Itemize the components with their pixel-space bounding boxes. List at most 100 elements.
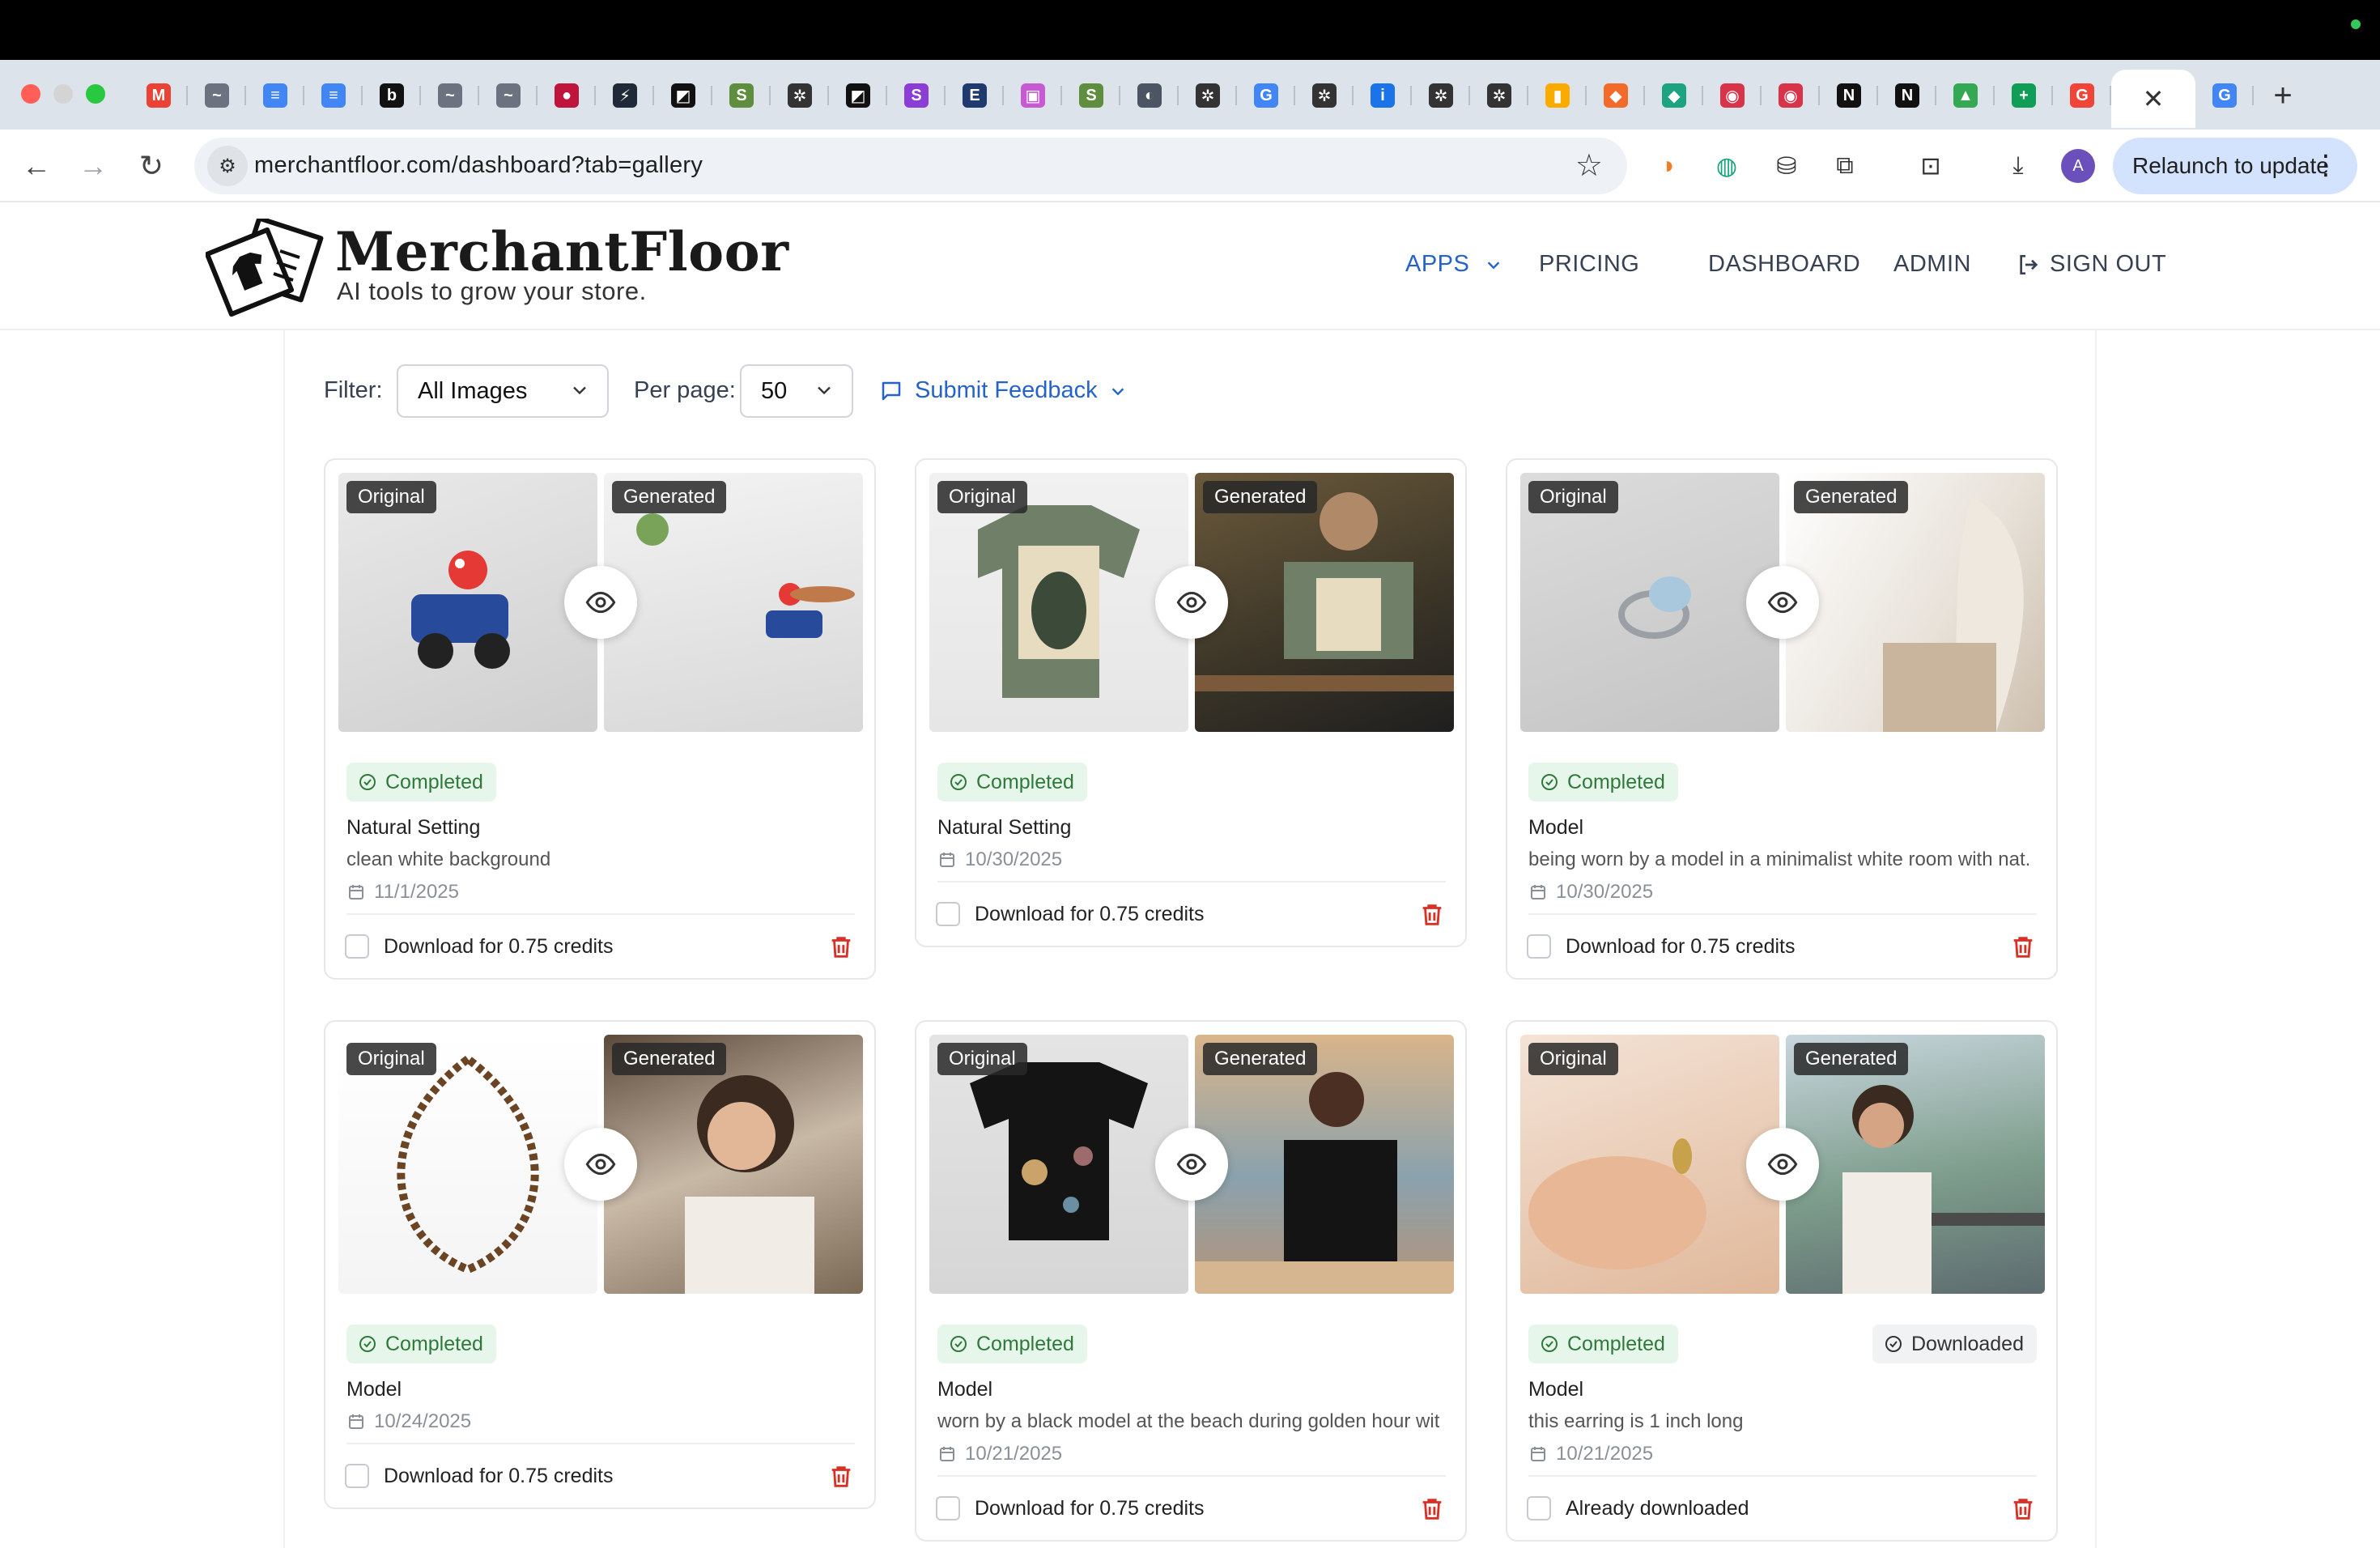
active-tab[interactable]: ✕ — [2111, 70, 2195, 128]
browser-tab[interactable]: M — [130, 70, 188, 121]
per-page-select[interactable]: 50 — [740, 364, 853, 418]
browser-tab[interactable]: ~ — [188, 70, 246, 121]
browser-tab[interactable]: i — [1354, 70, 1412, 121]
trash-icon[interactable] — [1418, 900, 1446, 929]
browser-tab[interactable]: ⚡ — [596, 70, 654, 121]
download-checkbox[interactable] — [936, 902, 960, 926]
browser-tab[interactable]: E — [946, 70, 1004, 121]
forward-arrow-icon[interactable]: → — [73, 146, 113, 186]
filter-select[interactable]: All Images — [397, 364, 609, 418]
download-label[interactable]: Download for 0.75 credits — [975, 1497, 1204, 1520]
browser-tab[interactable]: b — [363, 70, 421, 121]
download-label[interactable]: Download for 0.75 credits — [1566, 935, 1795, 959]
relaunch-button[interactable]: Relaunch to update ⋮ — [2113, 138, 2357, 194]
grammarly-extension-icon[interactable]: ◍ — [1708, 147, 1745, 185]
download-icon[interactable]: ⤓ — [2000, 147, 2037, 185]
brand-name[interactable]: MerchantFloor — [335, 220, 788, 283]
download-label[interactable]: Download for 0.75 credits — [384, 1465, 613, 1488]
download-checkbox[interactable] — [936, 1496, 960, 1520]
maximize-window-icon[interactable] — [86, 84, 105, 104]
generated-image[interactable]: Generated — [604, 473, 863, 732]
original-image[interactable]: Original — [929, 473, 1188, 732]
original-image[interactable]: Original — [1520, 1035, 1779, 1294]
minimize-window-icon[interactable] — [53, 84, 73, 104]
original-image[interactable]: Original — [1520, 473, 1779, 732]
download-label[interactable]: Already downloaded — [1566, 1497, 1749, 1520]
generated-image[interactable]: Generated — [1195, 1035, 1454, 1294]
url-text[interactable]: merchantfloor.com/dashboard?tab=gallery — [254, 152, 703, 179]
extensions-puzzle-icon[interactable]: ⧉ — [1826, 147, 1864, 185]
browser-tab[interactable]: ▮ — [1528, 70, 1587, 121]
logo-icon[interactable] — [206, 219, 327, 317]
generated-image[interactable]: Generated — [1195, 473, 1454, 732]
trash-icon[interactable] — [2009, 1495, 2037, 1524]
nav-admin[interactable]: ADMIN — [1893, 251, 1971, 278]
trash-icon[interactable] — [827, 1462, 855, 1491]
new-tab-button[interactable]: + — [2254, 70, 2312, 121]
site-settings-icon[interactable]: ⚙ — [207, 146, 248, 186]
browser-tab[interactable]: S — [1062, 70, 1120, 121]
browser-tab[interactable]: ✲ — [771, 70, 829, 121]
browser-tab[interactable]: G — [2195, 70, 2254, 121]
extension-icon[interactable]: ⛁ — [1768, 147, 1805, 185]
generated-image[interactable]: Generated — [604, 1035, 863, 1294]
trash-icon[interactable] — [2009, 933, 2037, 962]
generated-image[interactable]: Generated — [1786, 1035, 2045, 1294]
browser-tab[interactable]: ● — [538, 70, 596, 121]
view-comparison-button[interactable] — [1746, 566, 1819, 639]
browser-tab[interactable]: G — [2053, 70, 2111, 121]
original-image[interactable]: Original — [338, 1035, 597, 1294]
close-tab-icon[interactable]: ✕ — [2143, 83, 2165, 114]
browser-tab[interactable]: S — [887, 70, 946, 121]
nav-dashboard[interactable]: DASHBOARD — [1708, 251, 1860, 278]
nav-sign-out[interactable]: SIGN OUT — [2016, 251, 2166, 278]
download-label[interactable]: Download for 0.75 credits — [975, 903, 1204, 926]
address-bar[interactable]: ⚙ merchantfloor.com/dashboard?tab=galler… — [194, 138, 1627, 194]
browser-tab[interactable]: S — [712, 70, 771, 121]
browser-tab[interactable]: ◉ — [1762, 70, 1820, 121]
browser-tab[interactable]: ✲ — [1295, 70, 1354, 121]
download-checkbox[interactable] — [345, 1464, 369, 1488]
tab-search-icon[interactable]: ⊡ — [1912, 147, 1949, 185]
browser-tab[interactable]: + — [1995, 70, 2053, 121]
profile-avatar[interactable]: A — [2061, 149, 2095, 183]
original-image[interactable]: Original — [929, 1035, 1188, 1294]
view-comparison-button[interactable] — [564, 566, 637, 639]
close-window-icon[interactable] — [21, 84, 40, 104]
download-checkbox[interactable] — [345, 934, 369, 959]
view-comparison-button[interactable] — [1155, 1128, 1228, 1201]
browser-tab[interactable]: ◉ — [1703, 70, 1762, 121]
browser-tab[interactable]: ✲ — [1470, 70, 1528, 121]
browser-tab[interactable]: ~ — [421, 70, 479, 121]
download-checkbox[interactable] — [1527, 1496, 1551, 1520]
browser-tab[interactable]: G — [1237, 70, 1295, 121]
trash-icon[interactable] — [827, 933, 855, 962]
browser-tab[interactable]: ◩ — [654, 70, 712, 121]
browser-tab[interactable]: ≡ — [246, 70, 304, 121]
browser-tab[interactable]: ≡ — [304, 70, 363, 121]
nav-pricing[interactable]: PRICING — [1539, 251, 1639, 278]
submit-feedback-button[interactable]: Submit Feedback — [879, 377, 1138, 404]
download-checkbox[interactable] — [1527, 934, 1551, 959]
reload-icon[interactable]: ↻ — [131, 146, 172, 186]
browser-tab[interactable]: ◐ — [1120, 70, 1179, 121]
browser-tab[interactable]: ✲ — [1412, 70, 1470, 121]
browser-tab[interactable]: N — [1878, 70, 1936, 121]
generated-image[interactable]: Generated — [1786, 473, 2045, 732]
browser-tab[interactable]: ▲ — [1936, 70, 1995, 121]
more-options-icon[interactable]: ⋮ — [2312, 149, 2340, 181]
view-comparison-button[interactable] — [564, 1128, 637, 1201]
view-comparison-button[interactable] — [1155, 566, 1228, 639]
browser-tab[interactable]: ~ — [479, 70, 538, 121]
extension-icon[interactable]: ◑ — [1648, 147, 1685, 185]
browser-tab[interactable]: ▣ — [1004, 70, 1062, 121]
browser-tab[interactable]: ◆ — [1645, 70, 1703, 121]
original-image[interactable]: Original — [338, 473, 597, 732]
browser-tab[interactable]: N — [1820, 70, 1878, 121]
browser-tab[interactable]: ◩ — [829, 70, 887, 121]
view-comparison-button[interactable] — [1746, 1128, 1819, 1201]
bookmark-star-icon[interactable]: ☆ — [1575, 147, 1603, 184]
nav-apps[interactable]: APPS — [1405, 251, 1502, 278]
download-label[interactable]: Download for 0.75 credits — [384, 935, 613, 959]
browser-tab[interactable]: ◆ — [1587, 70, 1645, 121]
